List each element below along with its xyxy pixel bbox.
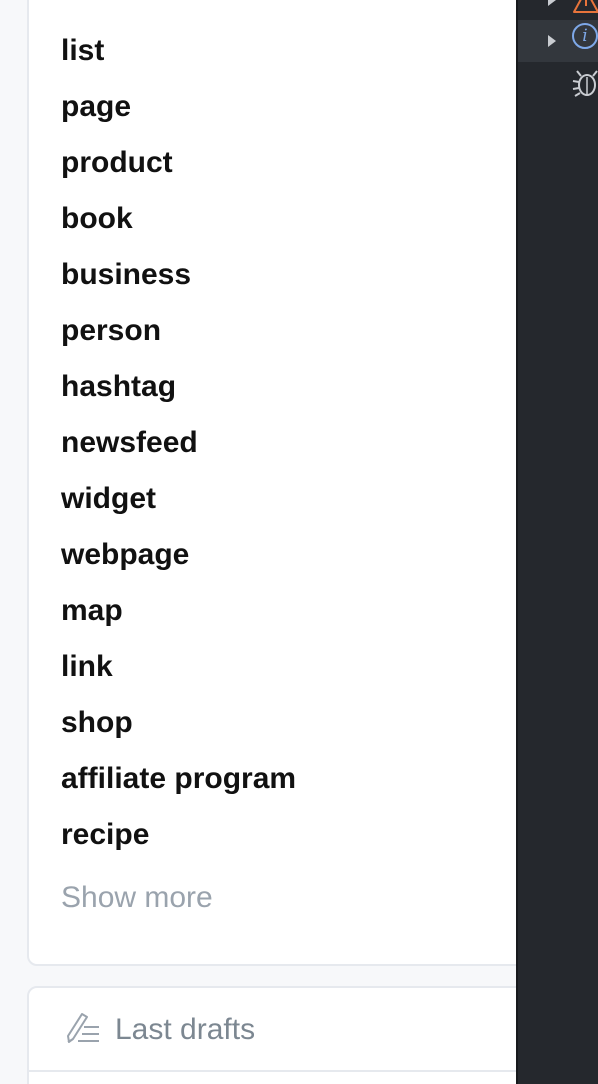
tag-item[interactable]: link: [61, 647, 296, 703]
page: list page product book business person h…: [0, 0, 598, 1084]
tag-item[interactable]: affiliate program: [61, 759, 296, 815]
tag-item[interactable]: hashtag: [61, 367, 296, 423]
last-drafts-label: Last drafts: [115, 1013, 256, 1046]
tag-item[interactable]: newsfeed: [61, 423, 296, 479]
tag-list: list page product book business person h…: [61, 31, 296, 871]
warning-icon: [572, 0, 598, 19]
divider: [29, 1070, 545, 1072]
tag-item[interactable]: product: [61, 143, 296, 199]
last-drafts-header[interactable]: Last drafts: [65, 1010, 255, 1050]
pen-lines-icon: [65, 1011, 101, 1050]
show-more-link[interactable]: Show more: [61, 878, 213, 918]
expand-caret-icon[interactable]: [548, 0, 556, 6]
tags-card: list page product book business person h…: [27, 0, 547, 966]
tag-item[interactable]: business: [61, 255, 296, 311]
tag-item[interactable]: page: [61, 87, 296, 143]
info-icon: i: [572, 23, 598, 49]
tag-item[interactable]: map: [61, 591, 296, 647]
tag-item[interactable]: list: [61, 31, 296, 87]
devtools-panel: i: [516, 0, 598, 1084]
last-drafts-card: Last drafts: [27, 986, 547, 1084]
tag-item[interactable]: widget: [61, 479, 296, 535]
tag-item[interactable]: person: [61, 311, 296, 367]
bug-icon: [572, 68, 598, 103]
tag-item[interactable]: recipe: [61, 815, 296, 871]
tag-item[interactable]: book: [61, 199, 296, 255]
tag-item[interactable]: webpage: [61, 535, 296, 591]
tag-item[interactable]: shop: [61, 703, 296, 759]
expand-caret-icon[interactable]: [548, 35, 556, 47]
